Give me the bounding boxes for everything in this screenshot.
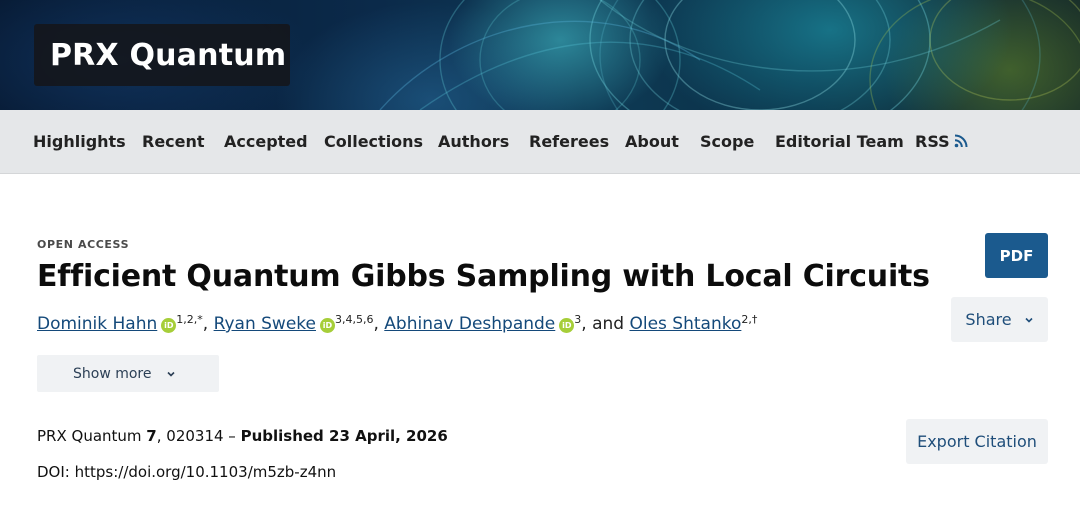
nav-highlights[interactable]: Highlights — [33, 132, 126, 151]
chevron-down-icon — [1025, 317, 1033, 323]
author-link[interactable]: Ryan Sweke — [214, 314, 316, 334]
nav-rss[interactable]: RSS — [915, 132, 968, 151]
article-title: Efficient Quantum Gibbs Sampling with Lo… — [37, 259, 930, 294]
share-button[interactable]: Share — [951, 297, 1048, 342]
citation-journal: PRX Quantum — [37, 427, 147, 445]
citation-volume: 7 — [146, 427, 157, 445]
open-access-label: OPEN ACCESS — [37, 238, 130, 251]
publication-date: Published 23 April, 2026 — [240, 427, 448, 445]
journal-logo[interactable]: PRX Quantum — [34, 24, 290, 86]
nav-editorial-team[interactable]: Editorial Team — [775, 132, 904, 151]
author-affiliations: 3,4,5,6 — [334, 313, 374, 326]
orcid-icon[interactable]: iD — [559, 318, 575, 333]
author-affiliations: 1,2,* — [176, 313, 203, 326]
show-more-label: Show more — [73, 365, 152, 382]
journal-name: PRX Quantum — [50, 37, 287, 73]
pdf-button[interactable]: PDF — [985, 233, 1048, 278]
citation-line: PRX Quantum 7, 020314 – Published 23 Apr… — [37, 427, 448, 445]
chevron-down-icon — [166, 371, 175, 377]
citation-article-number: , 020314 – — [156, 427, 241, 445]
export-citation-label: Export Citation — [917, 432, 1037, 451]
rss-icon — [954, 134, 968, 148]
author-link[interactable]: Dominik Hahn — [37, 314, 157, 334]
header-banner: PRX Quantum — [0, 0, 1080, 110]
nav-collections[interactable]: Collections — [324, 132, 423, 151]
nav-authors[interactable]: Authors — [438, 132, 509, 151]
author-affiliations: 2,† — [741, 313, 758, 326]
doi-line: DOI: https://doi.org/10.1103/m5zb-z4nn — [37, 463, 337, 481]
pdf-button-label: PDF — [999, 246, 1034, 265]
author-conjunction: , and — [581, 314, 630, 334]
export-citation-button[interactable]: Export Citation — [906, 419, 1048, 464]
nav-about[interactable]: About — [625, 132, 679, 151]
nav-rss-label: RSS — [915, 132, 950, 151]
nav-referees[interactable]: Referees — [529, 132, 609, 151]
show-more-button[interactable]: Show more — [37, 355, 219, 392]
author-separator: , — [202, 314, 214, 334]
main-nav: Highlights Recent Accepted Collections A… — [0, 110, 1080, 174]
orcid-icon[interactable]: iD — [161, 318, 177, 333]
author-list: Dominik Hahn iD 1,2,*, Ryan Sweke iD 3,4,5,6… — [37, 313, 757, 334]
nav-recent[interactable]: Recent — [142, 132, 205, 151]
nav-accepted[interactable]: Accepted — [224, 132, 308, 151]
nav-scope[interactable]: Scope — [700, 132, 754, 151]
author-link[interactable]: Oles Shtanko — [629, 314, 741, 334]
author-link[interactable]: Abhinav Deshpande — [384, 314, 555, 334]
orcid-icon[interactable]: iD — [319, 318, 335, 333]
author-separator: , — [373, 314, 385, 334]
share-button-label: Share — [965, 310, 1012, 329]
